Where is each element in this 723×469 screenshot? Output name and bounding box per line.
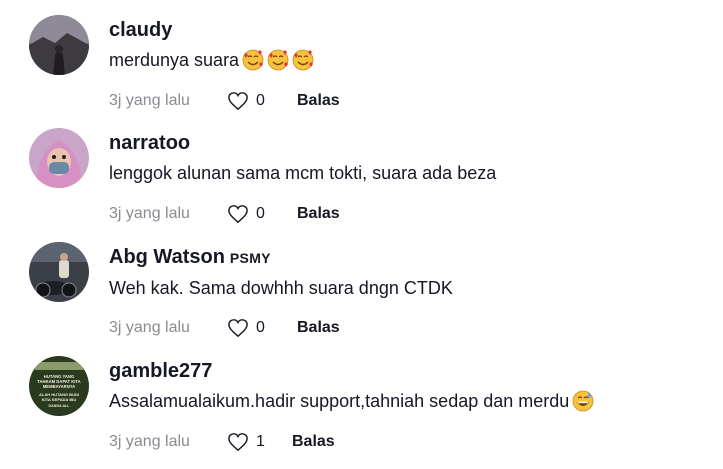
heart-icon [228,319,248,338]
reply-button[interactable]: Balas [297,205,340,223]
comment-meta: 3j yang lalu 0 Balas [109,90,340,112]
comment-meta: 3j yang lalu 1 Balas [109,431,335,453]
username[interactable]: narratoo [109,131,703,155]
like-count: 0 [256,319,265,336]
comment-item: Abg Watson PSMY Weh kak. Sama dowhhh suar… [0,227,723,339]
comment-text: merdunya suara [109,49,703,71]
like-count: 0 [256,92,265,109]
avatar-image: HUTANG YANG TAHKAM DAPAT KITA MEMBAYARNY… [29,356,89,416]
like-button[interactable]: 0 [227,91,297,111]
smiling-face-with-hearts-icon [242,49,264,71]
comment-item: claudy merdunya suara 3j yang lalu 0 Bal… [0,0,723,112]
smiling-face-with-hearts-icon [267,49,289,71]
avatar[interactable] [29,128,89,188]
avatar[interactable] [29,242,89,302]
avatar-image [29,242,89,302]
avatar[interactable] [29,15,89,75]
like-button[interactable]: 0 [227,204,297,224]
user-badge: PSMY [229,250,271,266]
comment-meta: 3j yang lalu 0 Balas [109,317,340,339]
comment-text: lenggok alunan sama mcm tokti, suara ada… [109,163,497,183]
timestamp: 3j yang lalu [109,319,190,336]
avatar-image [29,15,89,75]
comment-item: HUTANG YANG TAHKAM DAPAT KITA MEMBAYARNY… [0,341,723,453]
grinning-face-with-sweat-icon [572,390,594,412]
timestamp: 3j yang lalu [109,92,190,109]
avatar-text-line: DANGA ALL [49,404,71,408]
like-button[interactable]: 0 [227,318,297,338]
username[interactable]: claudy [109,18,703,42]
avatar[interactable]: HUTANG YANG TAHKAM DAPAT KITA MEMBAYARNY… [29,356,89,416]
comment-text: Weh kak. Sama dowhhh suara dngn CTDK [109,278,453,298]
timestamp: 3j yang lalu [109,433,190,450]
reply-button[interactable]: Balas [297,319,340,337]
username[interactable]: gamble277 [109,359,703,383]
like-button[interactable]: 1 [227,432,292,452]
avatar-text-line: MEMBAYARNYA [43,384,75,389]
username[interactable]: Abg Watson PSMY [109,245,703,270]
smiling-face-with-hearts-icon [292,49,314,71]
heart-icon [228,205,248,224]
comment-item: narratoo lenggok alunan sama mcm tokti, … [0,113,723,225]
reply-button[interactable]: Balas [292,433,335,451]
timestamp: 3j yang lalu [109,205,190,222]
heart-icon [228,433,248,452]
like-count: 1 [256,433,265,450]
like-count: 0 [256,205,265,222]
comment-meta: 3j yang lalu 0 Balas [109,203,340,225]
reply-button[interactable]: Balas [297,92,340,110]
heart-icon [228,92,248,111]
avatar-image [29,128,89,188]
avatar-text-line: KITA KEPADA IBU [42,397,77,402]
comment-text: Assalamualaikum.hadir support,tahniah se… [109,390,703,412]
